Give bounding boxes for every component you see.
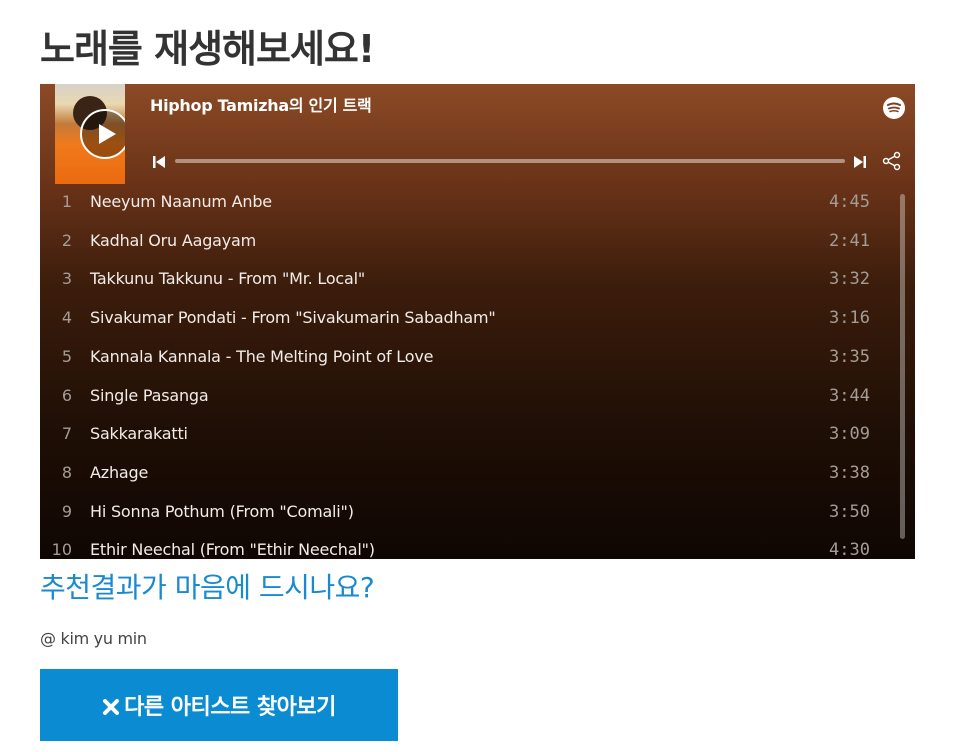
author-credit: @ kim yu min: [40, 629, 147, 648]
skip-previous-button[interactable]: [152, 154, 166, 168]
play-button[interactable]: [80, 109, 125, 159]
share-icon: [882, 151, 901, 171]
track-duration: 4:30: [829, 540, 870, 559]
track-number: 2: [61, 230, 72, 250]
track-row[interactable]: 9 Hi Sonna Pothum (From "Comali") 3:50: [40, 494, 890, 532]
skip-next-icon: [854, 156, 866, 168]
page-title: 노래를 재생해보세요!: [40, 27, 375, 71]
track-duration: 4:45: [829, 192, 870, 212]
player-header: Hiphop Tamizha의 인기 트랙: [40, 84, 915, 184]
track-number: 5: [61, 346, 72, 366]
track-title: Sivakumar Pondati - From "Sivakumarin Sa…: [90, 308, 496, 328]
track-title: Kannala Kannala - The Melting Point of L…: [90, 346, 434, 366]
track-duration: 3:50: [829, 501, 870, 522]
track-row[interactable]: 8 Azhage 3:38: [40, 455, 890, 493]
track-row[interactable]: 7 Sakkarakatti 3:09: [40, 416, 890, 454]
track-title: Kadhal Oru Aagayam: [90, 230, 257, 250]
skip-previous-icon: [153, 156, 165, 168]
track-duration: 3:32: [829, 269, 870, 290]
track-duration: 2:41: [829, 230, 870, 251]
find-other-artist-label: 다른 아티스트 찾아보기: [124, 695, 336, 720]
track-duration: 3:38: [829, 462, 870, 483]
progress-bar[interactable]: [175, 159, 845, 163]
track-row[interactable]: 1 Neeyum Naanum Anbe 4:45: [40, 184, 890, 222]
track-row[interactable]: 6 Single Pasanga 3:44: [40, 378, 890, 416]
spotify-logo-icon[interactable]: [883, 97, 905, 119]
share-button[interactable]: [882, 151, 902, 171]
track-row[interactable]: 3 Takkunu Takkunu - From "Mr. Local" 3:3…: [40, 261, 890, 299]
track-number: 1: [61, 192, 72, 211]
track-title: Neeyum Naanum Anbe: [90, 192, 272, 211]
track-duration: 3:09: [829, 424, 870, 445]
track-title: Azhage: [90, 462, 149, 482]
track-duration: 3:16: [829, 308, 870, 329]
track-duration: 3:35: [829, 346, 870, 367]
track-row[interactable]: 5 Kannala Kannala - The Melting Point of…: [40, 339, 890, 377]
track-number: 6: [61, 385, 72, 405]
album-cover-image: [55, 84, 125, 184]
spotify-embed-player: Hiphop Tamizha의 인기 트랙 1 Neeyum Naanum An…: [40, 84, 915, 559]
track-row[interactable]: 10 Ethir Neechal (From "Ethir Neechal") …: [40, 532, 890, 559]
player-heading[interactable]: Hiphop Tamizha의 인기 트랙: [150, 92, 372, 116]
tracklist-scrollbar[interactable]: [900, 194, 905, 539]
track-number: 9: [61, 501, 72, 521]
x-icon: [103, 698, 120, 715]
track-title: Hi Sonna Pothum (From "Comali"): [90, 501, 354, 521]
track-title: Single Pasanga: [90, 385, 209, 405]
track-list: 1 Neeyum Naanum Anbe 4:45 2 Kadhal Oru A…: [40, 184, 915, 559]
track-number: 4: [61, 308, 72, 328]
track-title: Sakkarakatti: [90, 424, 188, 444]
recommendation-question: 추천결과가 마음에 드시나요?: [40, 571, 375, 604]
skip-next-button[interactable]: [853, 154, 867, 168]
play-icon: [99, 124, 116, 144]
track-number: 7: [61, 424, 72, 444]
track-number: 10: [51, 540, 72, 559]
find-other-artist-button[interactable]: 다른 아티스트 찾아보기: [40, 669, 398, 741]
track-title: Ethir Neechal (From "Ethir Neechal"): [90, 540, 375, 559]
track-row[interactable]: 2 Kadhal Oru Aagayam 2:41: [40, 223, 890, 261]
track-row[interactable]: 4 Sivakumar Pondati - From "Sivakumarin …: [40, 300, 890, 338]
track-duration: 3:44: [829, 385, 870, 406]
track-number: 8: [61, 462, 72, 482]
track-number: 3: [61, 269, 72, 289]
track-title: Takkunu Takkunu - From "Mr. Local": [90, 269, 366, 289]
